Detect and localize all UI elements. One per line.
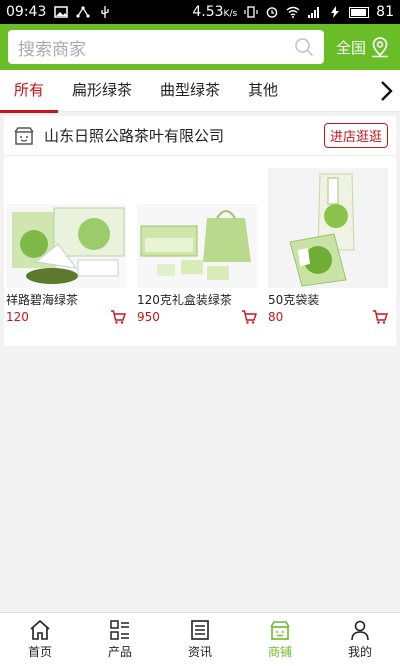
visit-shop-button[interactable]: 进店逛逛 [323,123,388,148]
alarm-icon [266,7,278,18]
product-name: 120克礼盒装绿茶 [137,293,232,307]
nav-home-label: 首页 [27,645,52,659]
cart-icon[interactable] [110,310,126,324]
tabs-more-button[interactable] [372,70,400,112]
store-icon [14,126,34,145]
tab-curly-green-tea[interactable]: 曲型绿茶 [146,70,234,112]
chevron-right-icon [381,80,393,101]
product-item[interactable]: 120克礼盒装绿茶 950 [137,168,257,324]
cart-icon[interactable] [241,310,257,324]
gift-box-tea-image [137,204,257,288]
map-pin-icon [372,37,389,58]
cart-icon[interactable] [372,310,388,324]
document-icon [191,620,209,640]
nav-mine-label: 我的 [347,645,372,659]
shop-name[interactable]: 山东日照公路茶叶有限公司 [44,125,324,146]
vibrate-icon [244,6,258,18]
usb-icon [101,6,110,18]
region-selector[interactable]: 全国 [336,36,390,58]
category-tabs: 所有 扁形绿茶 曲型绿茶 其他 [0,70,400,113]
nav-products-label: 产品 [107,645,132,659]
image-notification-icon [54,6,69,18]
tab-flat-green-tea[interactable]: 扁形绿茶 [58,70,146,112]
product-list: 祥路碧海绿茶 120 120克礼盒装绿茶 950 50克袋装 80 [4,156,396,324]
search-placeholder: 搜索商家 [18,39,86,60]
shop-card[interactable]: 山东日照公路茶叶有限公司 进店逛逛 祥路碧海绿茶 120 120克礼盒装绿茶 9… [4,116,396,346]
status-net-unit: K/s [223,9,238,19]
share-notification-icon [76,6,90,18]
home-icon [30,619,50,640]
product-image[interactable] [137,168,257,288]
header: 搜索商家 全国 [0,24,400,70]
nav-products[interactable]: 产品 [80,613,160,666]
product-name: 50克袋装 [268,293,320,307]
tab-all[interactable]: 所有 [0,70,59,113]
battery-level: 81 [376,4,394,20]
product-price: 80 [268,310,284,324]
product-item[interactable]: 50克袋装 80 [268,168,388,324]
nav-news[interactable]: 资讯 [160,613,240,666]
region-label: 全国 [336,38,367,57]
status-net-speed: 4.53 [192,4,224,20]
product-price: 120 [6,310,29,324]
search-icon[interactable] [294,37,314,57]
product-image[interactable] [268,168,388,288]
bottom-nav: 首页 产品 资讯 商铺 我的 [0,612,400,666]
tea-bag-package-image [268,168,388,288]
charging-icon [331,6,340,18]
search-input[interactable]: 搜索商家 [8,30,324,64]
product-price: 950 [137,310,160,324]
status-bar: 09:43 4.53K/s 81 [0,0,400,24]
nav-mine[interactable]: 我的 [320,613,400,666]
product-name: 祥路碧海绿茶 [6,293,79,307]
nav-shops-label: 商铺 [267,645,292,659]
user-icon [351,620,369,641]
battery-icon [349,6,370,18]
product-image[interactable] [6,168,126,288]
status-time: 09:43 [6,4,47,20]
nav-home[interactable]: 首页 [0,613,80,666]
tab-other[interactable]: 其他 [234,70,292,112]
shop-header: 山东日照公路茶叶有限公司 进店逛逛 [4,116,396,156]
signal-icon [308,7,320,18]
store-icon [270,621,290,640]
wifi-icon [286,6,300,18]
green-tea-box-image [6,204,126,288]
grid-list-icon [110,620,129,640]
nav-news-label: 资讯 [187,645,212,659]
product-item[interactable]: 祥路碧海绿茶 120 [6,168,126,324]
nav-shops[interactable]: 商铺 [240,613,320,666]
